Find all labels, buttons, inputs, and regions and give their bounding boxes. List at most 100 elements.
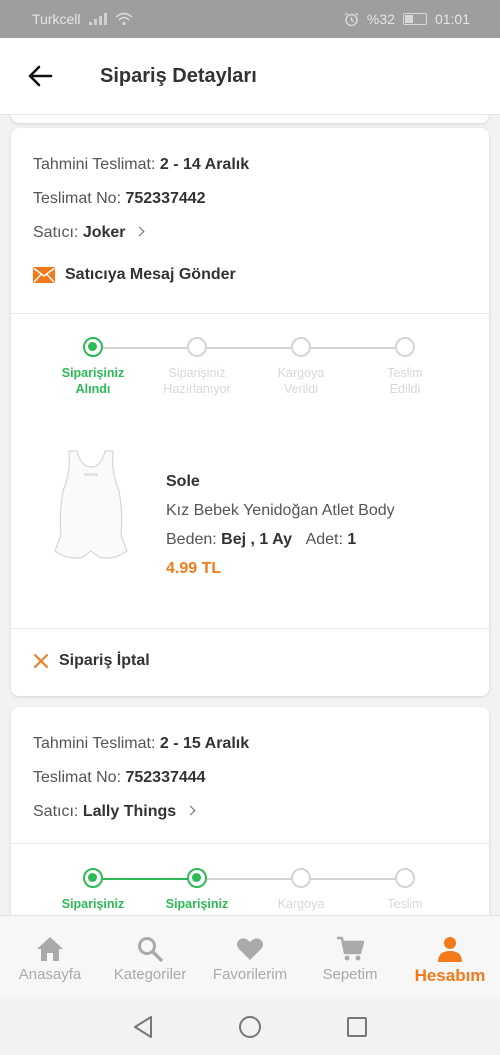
estimated-delivery-value: 2 - 15 Aralık [159,735,250,752]
battery-percent: %32 [366,11,395,27]
order-status-tracker: Siparişiniz Alındı Siparişiniz Hazırlanıyo… [11,337,489,417]
seller-link[interactable]: Satıcı: Joker [33,224,145,242]
page-title: Sipariş Detayları [100,64,257,87]
nav-account-label: Hesabım [414,966,486,985]
nav-favorites-label: Favorilerim [212,966,288,983]
cart-icon [337,936,364,961]
step-dot-completed [83,337,103,357]
product-name[interactable]: Kız Bebek Yenidoğan Atlet Body [166,502,395,520]
step-dot-pending [291,868,311,888]
status-bar: Turkcell %32 01:01 [0,0,500,38]
step-label: Siparişiniz Hazırlanıyor [163,366,231,396]
nav-cart[interactable]: Sepetim [300,916,400,999]
step-delivered: Teslim Edildi [350,337,460,397]
step-label: Kargoya Verildi [277,366,325,396]
step-delivered: Teslim [350,868,460,912]
clock: 01:01 [434,11,470,27]
back-button[interactable] [0,38,80,115]
battery-icon [402,13,427,25]
close-icon [34,654,48,668]
divider [11,628,489,629]
step-label: Teslim Edildi [387,366,423,396]
estimated-delivery-label: Tahmini Teslimat: [33,156,156,173]
nav-favorites[interactable]: Favorilerim [200,916,300,999]
step-order-received: Siparişiniz Alındı [38,337,148,397]
step-preparing: Siparişiniz Hazırlanıyor [142,337,252,397]
divider [11,313,489,314]
heart-icon [237,938,263,960]
seller-label: Satıcı: [33,803,79,820]
step-label: Siparişiniz Alındı [61,366,125,396]
estimated-delivery-value: 2 - 14 Aralık [159,156,250,173]
divider [11,843,489,844]
nav-categories-label: Kategoriler [113,966,187,983]
bottom-navigation: Anasayfa Kategoriler Favorilerim Sepetim… [0,915,500,999]
tracking-number: Teslimat No: 752337444 [33,769,206,787]
step-dot-pending [395,868,415,888]
envelope-icon [33,267,55,283]
message-seller-button[interactable]: Satıcıya Mesaj Gönder [33,266,236,284]
order-card: Tahmini Teslimat: 2 - 15 Aralık Teslimat… [11,707,489,915]
nav-categories[interactable]: Kategoriler [100,916,200,999]
tracking-number-value: 752337442 [125,190,206,207]
app-header: Sipariş Detayları [0,38,500,115]
step-label: Siparişiniz [165,897,229,911]
seller-name: Joker [82,224,126,241]
product-image[interactable] [41,443,141,583]
previous-order-card [11,115,489,123]
recents-square-icon[interactable] [346,1016,368,1038]
quantity-label: Adet: [305,531,343,548]
seller-name: Lally Things [82,803,177,820]
search-icon [138,937,163,962]
nav-home[interactable]: Anasayfa [0,916,100,999]
nav-home-label: Anasayfa [18,966,82,983]
chevron-right-icon [185,805,196,816]
system-navigation-bar [0,999,500,1055]
arrow-left-icon [28,65,53,87]
nav-cart-label: Sepetim [322,966,378,983]
product-brand: Sole [166,473,200,490]
step-dot-completed [187,868,207,888]
home-circle-icon[interactable] [238,1015,262,1039]
step-preparing: Siparişiniz [142,868,252,912]
tracker-line [197,347,301,349]
order-status-tracker: Siparişiniz Siparişiniz Kargoya Teslim [11,868,489,915]
order-details-scroll[interactable]: Tahmini Teslimat: 2 - 14 Aralık Teslimat… [0,115,500,915]
order-card: Tahmini Teslimat: 2 - 14 Aralık Teslimat… [11,128,489,696]
size-value: Bej , 1 Ay [221,531,293,548]
tracker-line [197,878,301,880]
wifi-icon [114,12,133,26]
user-icon [438,937,462,962]
step-dot-pending [291,337,311,357]
step-dot-pending [395,337,415,357]
tracking-number-label: Teslimat No: [33,769,122,786]
estimated-delivery: Tahmini Teslimat: 2 - 14 Aralık [33,156,249,174]
tracker-line [301,878,405,880]
tracking-number-label: Teslimat No: [33,190,122,207]
alarm-icon [344,11,359,26]
cancel-order-button[interactable]: Sipariş İptal [33,652,150,670]
seller-link[interactable]: Satıcı: Lally Things [33,803,196,821]
estimated-delivery-label: Tahmini Teslimat: [33,735,156,752]
quantity-value: 1 [347,531,357,548]
back-triangle-icon[interactable] [132,1015,154,1039]
estimated-delivery: Tahmini Teslimat: 2 - 15 Aralık [33,735,249,753]
step-order-received: Siparişiniz [38,868,148,912]
seller-label: Satıcı: [33,224,79,241]
product-price: 4.99 TL [166,560,222,577]
signal-icon [88,13,107,25]
message-seller-label: Satıcıya Mesaj Gönder [65,266,236,283]
tracker-line [93,878,197,880]
step-label: Teslim [387,897,423,911]
product-variant: Beden: Bej , 1 Ay Adet: 1 [166,531,366,549]
step-label: Kargoya [277,897,325,911]
step-shipped: Kargoya Verildi [246,337,356,397]
step-dot-completed [83,868,103,888]
tracking-number-value: 752337444 [125,769,206,786]
chevron-right-icon [134,226,145,237]
nav-account[interactable]: Hesabım [400,916,500,999]
size-label: Beden: [166,531,217,548]
home-icon [37,937,63,961]
cancel-order-label: Sipariş İptal [59,652,150,669]
tracking-number: Teslimat No: 752337442 [33,190,206,208]
